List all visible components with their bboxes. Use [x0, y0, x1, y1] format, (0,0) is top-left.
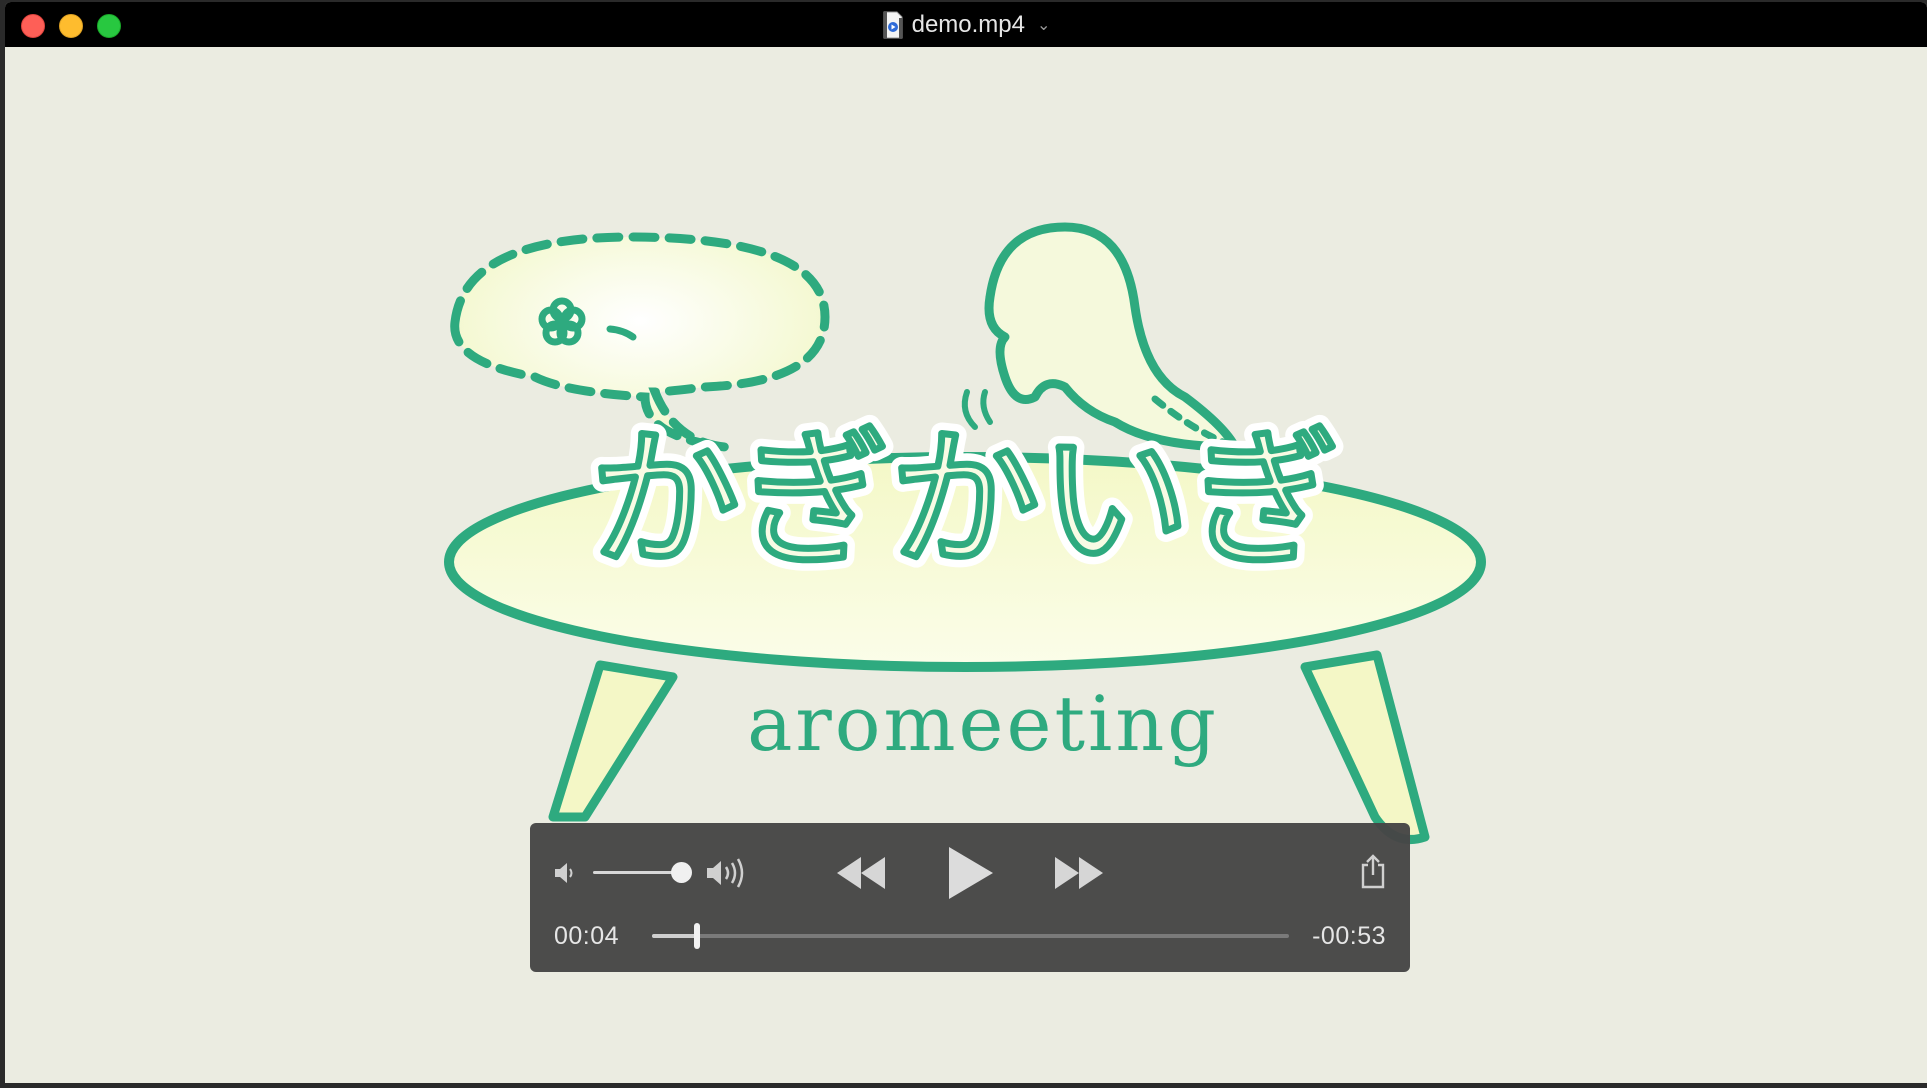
logo-tagline: aromeeting [747, 679, 1219, 768]
video-frame[interactable]: かぎかいぎ かぎかいぎ aromeeting 00:04 -00:53 [5, 47, 1927, 1083]
table-leg-left [548, 660, 678, 822]
speaker-low-icon[interactable] [552, 859, 580, 887]
share-icon[interactable] [1359, 853, 1387, 889]
speaker-high-icon[interactable] [705, 856, 751, 890]
window-title: demo.mp4 [911, 10, 1025, 38]
close-button[interactable] [21, 14, 45, 38]
rewind-icon[interactable] [835, 855, 887, 891]
progress-playhead[interactable] [693, 923, 700, 949]
chevron-down-icon: ⌄ [1036, 16, 1051, 34]
progress-bar[interactable] [652, 934, 1289, 938]
title-bar[interactable]: demo.mp4 ⌄ [5, 2, 1927, 47]
quicktime-window: demo.mp4 ⌄ かぎかいぎ かぎかいぎ aromeeting 00:04 … [5, 2, 1927, 1083]
video-file-icon [883, 11, 903, 38]
window-title-menu[interactable]: demo.mp4 ⌄ [882, 10, 1051, 39]
volume-slider[interactable] [593, 871, 679, 874]
elapsed-time: 00:04 [554, 922, 620, 950]
play-icon[interactable] [946, 845, 996, 901]
logo-text: かぎかいぎ [590, 414, 1340, 588]
minimize-button[interactable] [59, 14, 83, 38]
window-controls [21, 14, 121, 38]
progress-fill [652, 934, 697, 938]
playback-controls: 00:04 -00:53 [530, 823, 1410, 972]
table-leg-right [1300, 650, 1430, 844]
fast-forward-icon[interactable] [1053, 855, 1105, 891]
volume-knob[interactable] [671, 862, 692, 883]
remaining-time: -00:53 [1312, 922, 1386, 950]
zoom-button[interactable] [97, 14, 121, 38]
